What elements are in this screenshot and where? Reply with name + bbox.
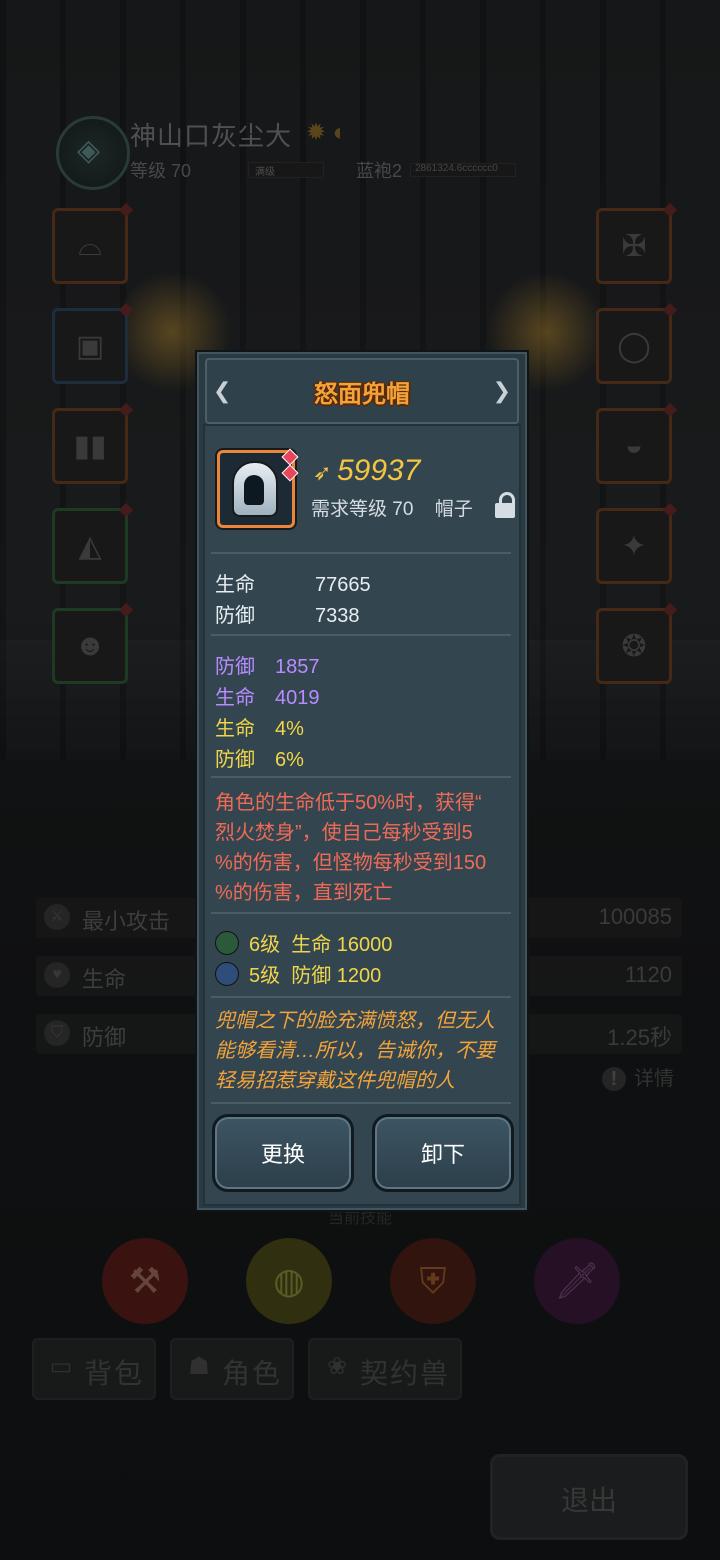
stat-label: 防御: [215, 656, 255, 678]
item-detail-popup: ❮ 怒面兜帽 ❯ ➶ 59937 需求等级 70 帽子 生命 77665 防御 73…: [195, 350, 529, 1212]
divider: [211, 552, 511, 554]
item-lore: 兜帽之下的脸充满愤怒，但无人 能够看清…所以，告诫你，不要 轻易招惹穿戴这件兜帽…: [215, 1006, 519, 1096]
quality-gem-icon: [281, 448, 299, 466]
power-score-icon: ➶: [313, 460, 332, 485]
special-effect-text: 角色的生命低于50%时，获得“ 烈火焚身”，使自己每秒受到5 %的伤害，但怪物每…: [215, 788, 515, 908]
item-power-score: 59937: [337, 454, 421, 487]
divider: [211, 996, 511, 998]
stat-value: 7338: [315, 605, 360, 627]
quality-gem-icon: [281, 464, 299, 482]
divider: [211, 912, 511, 914]
stat-value: 77665: [315, 574, 371, 596]
popup-body: ➶ 59937 需求等级 70 帽子 生命 77665 防御 7338 防御 1857…: [203, 424, 521, 1206]
replace-button[interactable]: 更换: [212, 1114, 354, 1192]
set-level: 5级: [249, 965, 281, 987]
unequip-label: 卸下: [420, 1142, 465, 1167]
set-level: 6级: [249, 934, 281, 956]
set-bonus: 防御 1200: [291, 965, 382, 987]
item-hood-icon: [217, 448, 299, 528]
stat-value: 1857: [275, 656, 320, 678]
lock-icon[interactable]: [495, 492, 517, 518]
lock-body: [495, 503, 515, 518]
set-bonus-row: 6级 生命 16000: [215, 928, 392, 957]
special-line: %的伤害，直到死亡: [215, 882, 393, 904]
stat-value: 4019: [275, 687, 320, 709]
set-bonus-row: 5级 防御 1200: [215, 959, 381, 988]
stat-label: 防御: [215, 605, 255, 627]
special-line: 角色的生命低于50%时，获得“: [215, 792, 482, 814]
unequip-button[interactable]: 卸下: [372, 1114, 514, 1192]
stat-label: 生命: [215, 574, 255, 596]
hood-shadow: [244, 475, 264, 505]
stat-label: 防御: [215, 749, 255, 771]
divider: [211, 1102, 511, 1104]
item-type: 帽子: [434, 499, 473, 520]
lore-line: 兜帽之下的脸充满愤怒，但无人: [215, 1010, 495, 1032]
stat-value: 6%: [275, 749, 304, 771]
lore-line: 轻易招惹穿戴这件兜帽的人: [215, 1070, 455, 1092]
stat-label: 生命: [215, 687, 255, 709]
item-name: 怒面兜帽: [314, 381, 410, 408]
base-stat-hp: 生命 77665: [215, 568, 371, 597]
popup-header: ❮ 怒面兜帽 ❯: [205, 358, 519, 424]
divider: [211, 634, 511, 636]
set-bonus: 生命 16000: [291, 934, 393, 956]
replace-label: 更换: [260, 1142, 305, 1167]
lore-line: 能够看清…所以，告诫你，不要: [215, 1040, 495, 1062]
bonus-stat-hp: 生命 4019: [215, 681, 320, 710]
divider: [211, 776, 511, 778]
stat-value: 4%: [275, 718, 304, 740]
set-piece-icon: [215, 962, 239, 986]
bonus-stat-defense-percent: 防御 6%: [215, 743, 304, 772]
special-line: 烈火焚身”，使自己每秒受到5: [215, 822, 473, 844]
base-stat-defense: 防御 7338: [215, 599, 360, 628]
special-line: %的伤害，但怪物每秒受到150: [215, 852, 487, 874]
set-piece-icon: [215, 931, 239, 955]
stat-label: 生命: [215, 718, 255, 740]
bonus-stat-defense: 防御 1857: [215, 650, 320, 679]
bonus-stat-hp-percent: 生命 4%: [215, 712, 304, 741]
level-requirement: 需求等级 70: [311, 499, 414, 520]
right-ornament-icon: ❯: [492, 378, 511, 403]
item-requirement: 需求等级 70 帽子: [311, 494, 473, 521]
